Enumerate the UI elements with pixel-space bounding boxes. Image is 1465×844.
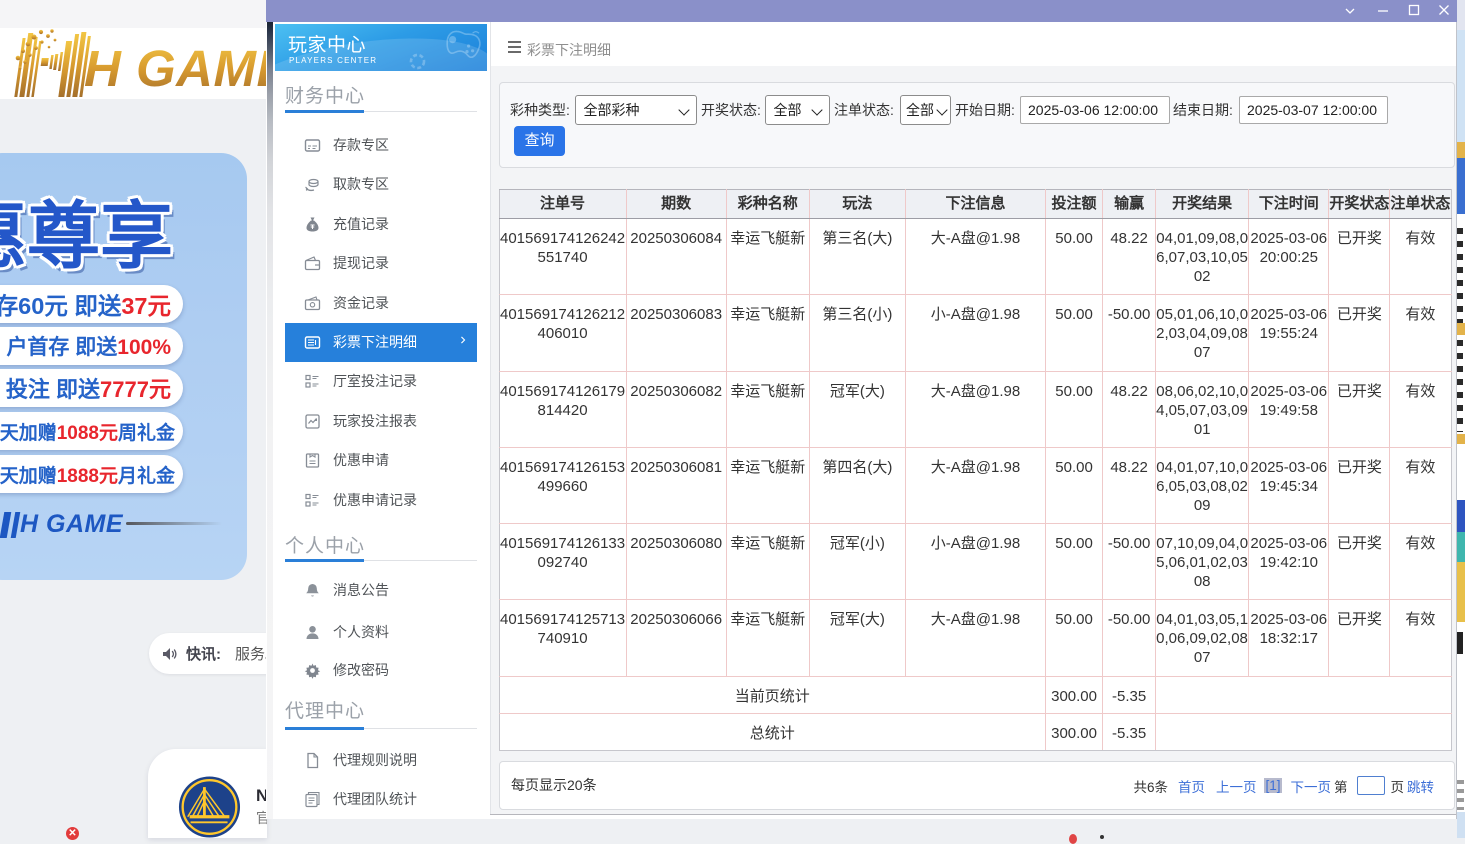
svg-text:H GAME: H GAME bbox=[84, 40, 267, 97]
